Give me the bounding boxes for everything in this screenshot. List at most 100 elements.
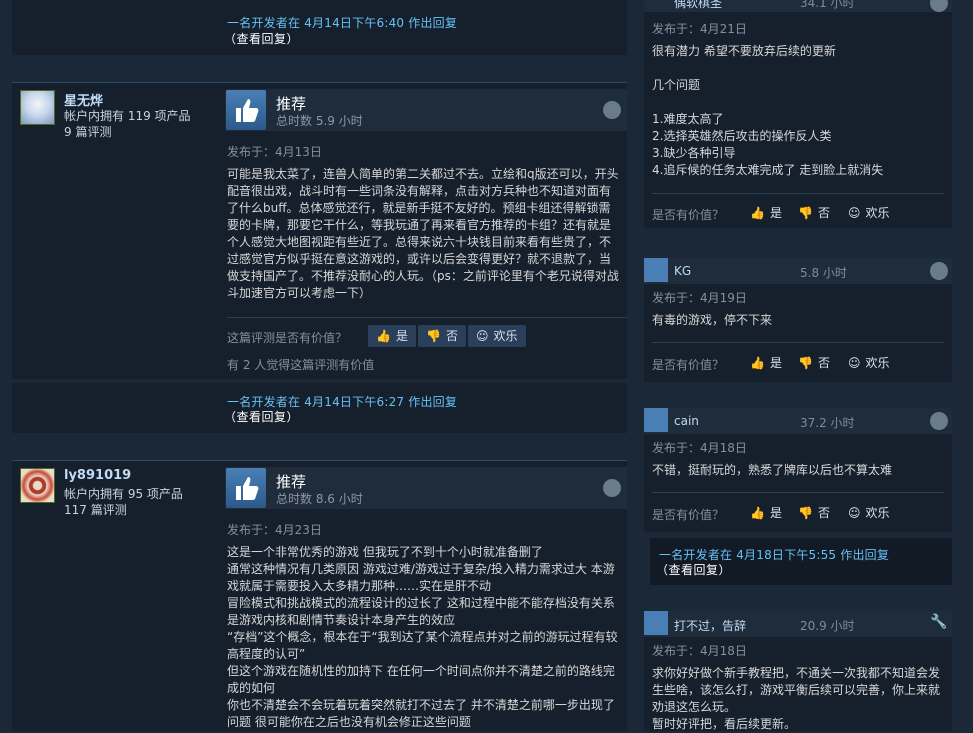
divider: [652, 492, 944, 493]
vote-yes-label: 是: [395, 329, 408, 343]
helpful-question: 是否有价值？: [652, 508, 725, 522]
posted-date: 发布于：4月18日: [652, 441, 747, 455]
thumbs-down-icon: 👎: [798, 206, 813, 220]
review-body: 很有潜力 希望不要放弃后续的更新 几个问题 1.难度太高了 2.选择英雄然后攻击…: [652, 43, 947, 179]
divider: [652, 342, 944, 343]
review-count[interactable]: 9 篇评测: [64, 124, 111, 140]
avatar[interactable]: [20, 90, 55, 125]
view-reply-link-1[interactable]: （查看回复）: [224, 30, 299, 47]
review-line: 2.选择英雄然后攻击的操作反人类: [652, 129, 832, 143]
hours-played: 5.8 小时: [800, 266, 847, 280]
review-body: 有毒的游戏，停不下来: [652, 313, 773, 327]
steam-icon: [603, 479, 621, 497]
hours-played: 总时数 5.9 小时: [276, 114, 363, 128]
view-reply-link-3[interactable]: （查看回复）: [656, 561, 731, 578]
vote-yes-button[interactable]: 👍 是: [742, 202, 790, 224]
verdict-label: 推荐: [276, 95, 307, 113]
review-body: 这是一个非常优秀的游戏 但我玩了不到十个小时就准备删了 通常这种情况有几类原因 …: [227, 544, 619, 731]
hours-played: 34.1 小时: [800, 0, 855, 10]
vote-funny-label: 欢乐: [865, 206, 890, 220]
thumbs-up-icon: 👍: [750, 356, 765, 370]
review-body: 可能是我太菜了，连兽人简单的第二关都过不去。立绘和q版还可以，开头配音很出戏，战…: [227, 167, 619, 300]
review-line: 这是一个非常优秀的游戏 但我玩了不到十个小时就准备删了: [227, 545, 543, 559]
vote-yes-button[interactable]: 👍 是: [368, 325, 416, 347]
review-line: 暂时好评把，看后续更新。: [652, 717, 797, 731]
thumbs-up-icon: [644, 408, 668, 432]
vote-no-label: 否: [445, 329, 458, 343]
smiley-icon: ☺: [476, 329, 489, 343]
reviewer-name[interactable]: KG: [674, 264, 691, 278]
review-line: [652, 60, 947, 77]
helpful-count: 有 2 人觉得这篇评测有价值: [227, 358, 375, 372]
vote-yes-button[interactable]: 👍 是: [742, 352, 790, 374]
verdict-label: 推荐: [276, 473, 307, 491]
helpful-question: 是否有价值？: [652, 358, 725, 372]
review-line: 冒险模式和挑战模式的流程设计的过长了 这和过程中能不能存档没有关系 是游戏内核和…: [227, 596, 615, 627]
thumbs-up-icon: [644, 258, 668, 282]
review-card-1-topline: [12, 82, 627, 83]
smiley-icon: ☺: [848, 206, 861, 220]
posted-date: 发布于：4月13日: [227, 145, 322, 159]
posted-date: 发布于：4月21日: [652, 22, 747, 36]
thumbs-down-icon: 👎: [426, 329, 441, 343]
reviewer-name[interactable]: ly891019: [64, 468, 131, 483]
review-body: 求你好好做个新手教程把，不通关一次我都不知道会发生些啥，该怎么打，游戏平衡后续可…: [652, 665, 944, 733]
smiley-icon: ☺: [848, 356, 861, 370]
view-reply-link-2[interactable]: （查看回复）: [224, 408, 299, 425]
smiley-icon: ☺: [848, 506, 861, 520]
hours-played: 20.9 小时: [800, 619, 855, 633]
review-line: 4.追斥候的任务太难完成了 走到脸上就消失: [652, 163, 884, 177]
vote-funny-button[interactable]: ☺ 欢乐: [840, 502, 898, 524]
review-line: 几个问题: [652, 78, 701, 92]
vote-no-button[interactable]: 👎 否: [790, 202, 838, 224]
vote-funny-button[interactable]: ☺ 欢乐: [468, 325, 526, 347]
steam-icon: [603, 101, 621, 119]
thumbs-up-icon: 👍: [750, 206, 765, 220]
divider: [227, 317, 627, 318]
review-line: 3.缺少各种引导: [652, 146, 736, 160]
vote-yes-label: 是: [769, 506, 782, 520]
hours-played: 37.2 小时: [800, 416, 855, 430]
vote-yes-label: 是: [769, 206, 782, 220]
review-line: “存档”这个概念，根本在于“我到达了某个流程点并对之前的游玩过程有较高程度的认可…: [227, 630, 618, 661]
thumbs-up-icon: [226, 90, 266, 130]
review-body: 不错，挺耐玩的，熟悉了牌库以后也不算太难: [652, 463, 893, 477]
vote-funny-label: 欢乐: [865, 506, 890, 520]
owned-products[interactable]: 帐户内拥有 119 项产品: [64, 108, 191, 124]
vote-funny-button[interactable]: ☺ 欢乐: [840, 202, 898, 224]
review-line: [652, 94, 947, 111]
review-line: 很有潜力 希望不要放弃后续的更新: [652, 44, 836, 58]
reviewer-name[interactable]: 打不过，告辞: [674, 617, 746, 634]
thumbs-down-icon: 👎: [798, 506, 813, 520]
reviewer-name[interactable]: 偶软棋圣: [674, 0, 722, 11]
vote-funny-label: 欢乐: [865, 356, 890, 370]
reviewer-name[interactable]: 星无烨: [64, 90, 103, 109]
vote-no-button[interactable]: 👎 否: [790, 352, 838, 374]
vote-funny-label: 欢乐: [493, 329, 518, 343]
dev-reply-link-1[interactable]: 一名开发者在 4月14日下午6:40 作出回复: [227, 14, 457, 31]
helpful-question: 这篇评测是否有价值？: [227, 331, 348, 345]
vote-no-button[interactable]: 👎 否: [418, 325, 466, 347]
vote-no-button[interactable]: 👎 否: [790, 502, 838, 524]
review-count[interactable]: 117 篇评测: [64, 502, 127, 518]
review-line: 通常这种情况有几类原因 游戏过难/游戏过于复杂/投入精力需求过大 本游戏就属于需…: [227, 562, 615, 593]
thumbs-up-icon: 👍: [750, 506, 765, 520]
thumbs-up-icon: [226, 468, 266, 508]
vote-funny-button[interactable]: ☺ 欢乐: [840, 352, 898, 374]
owned-products[interactable]: 帐户内拥有 95 项产品: [64, 486, 183, 502]
hours-played: 总时数 8.6 小时: [276, 492, 363, 506]
vote-yes-label: 是: [769, 356, 782, 370]
avatar[interactable]: [20, 468, 55, 503]
steam-icon: [930, 412, 948, 430]
review-line: 求你好好做个新手教程把，不通关一次我都不知道会发生些啥，该怎么打，游戏平衡后续可…: [652, 666, 941, 714]
thumbs-up-icon: 👍: [376, 329, 391, 343]
thumbs-up-icon: [644, 611, 668, 635]
posted-date: 发布于：4月19日: [652, 291, 747, 305]
posted-date: 发布于：4月18日: [652, 644, 747, 658]
divider: [652, 193, 944, 194]
reviewer-name[interactable]: cain: [674, 414, 699, 428]
vote-yes-button[interactable]: 👍 是: [742, 502, 790, 524]
vote-no-label: 否: [817, 206, 830, 220]
review-line: 你也不清楚会不会玩着玩着突然就打不过去了 并不清楚之前哪一步出现了问题 很可能你…: [227, 698, 615, 729]
thumbs-down-icon: 👎: [798, 356, 813, 370]
